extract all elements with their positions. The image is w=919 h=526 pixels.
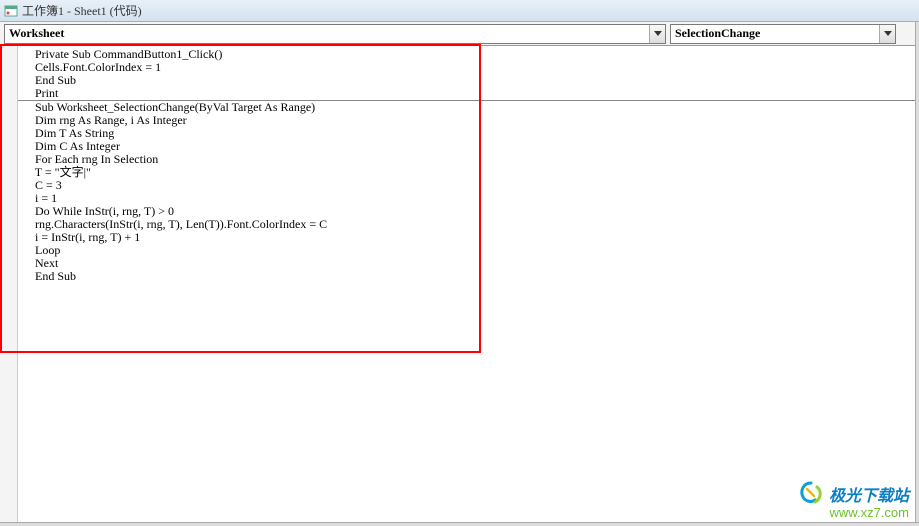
toolbar: Worksheet SelectionChange — [0, 22, 919, 46]
procedure-dropdown-value: SelectionChange — [671, 26, 879, 41]
swirl-icon — [797, 481, 825, 507]
code-line: For Each rng In Selection — [18, 153, 919, 166]
watermark-site-name: 极光下载站 — [829, 482, 909, 506]
code-line: Dim T As String — [18, 127, 919, 140]
code-line: Dim rng As Range, i As Integer — [18, 114, 919, 127]
code-line: rng.Characters(InStr(i, rng, T), Len(T))… — [18, 218, 919, 231]
procedure-dropdown[interactable]: SelectionChange — [670, 24, 896, 44]
chevron-down-icon[interactable] — [649, 25, 665, 43]
chevron-down-icon[interactable] — [879, 25, 895, 43]
code-line: Cells.Font.ColorIndex = 1 — [18, 61, 919, 74]
code-line: Next — [18, 257, 919, 270]
bottom-edge — [0, 522, 919, 526]
vba-module-icon — [4, 4, 18, 18]
code-line: Loop — [18, 244, 919, 257]
code-line: End Sub — [18, 270, 919, 283]
margin-indicator-bar — [0, 46, 18, 524]
code-line: T = "文字|" — [18, 166, 919, 179]
title-bar: 工作簿1 - Sheet1 (代码) — [0, 0, 919, 22]
code-editor[interactable]: Private Sub CommandButton1_Click() Cells… — [0, 46, 919, 524]
watermark: 极光下载站 www.xz7.com — [797, 481, 909, 520]
window-title: 工作簿1 - Sheet1 (代码) — [22, 2, 142, 19]
code-line: Print — [18, 87, 919, 100]
code-line: End Sub — [18, 74, 919, 87]
code-pane[interactable]: Private Sub CommandButton1_Click() Cells… — [18, 46, 919, 524]
watermark-logo: 极光下载站 — [797, 481, 909, 507]
code-line: C = 3 — [18, 179, 919, 192]
watermark-url: www.xz7.com — [797, 505, 909, 520]
object-dropdown-value: Worksheet — [5, 26, 649, 41]
object-dropdown[interactable]: Worksheet — [4, 24, 666, 44]
code-line: i = InStr(i, rng, T) + 1 — [18, 231, 919, 244]
right-edge — [915, 22, 919, 526]
